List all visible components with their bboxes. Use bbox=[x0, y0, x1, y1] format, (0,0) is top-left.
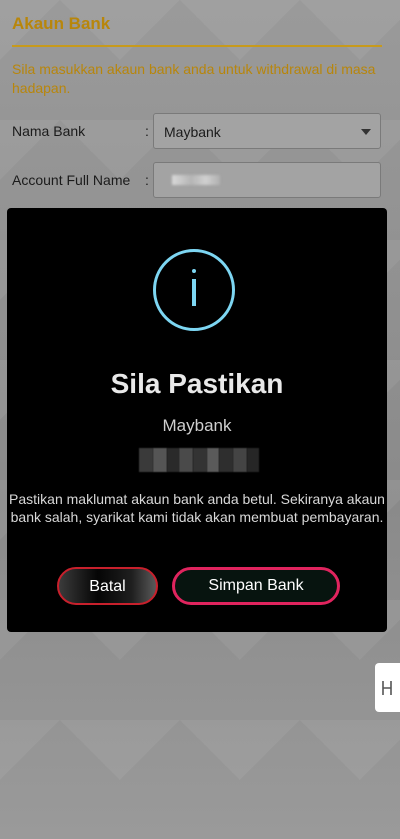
bank-name-label: Nama Bank bbox=[12, 123, 86, 139]
redacted-account-name bbox=[172, 175, 220, 185]
account-name-input[interactable] bbox=[153, 162, 381, 198]
account-name-label: Account Full Name bbox=[12, 172, 131, 188]
bank-name-value: Maybank bbox=[164, 124, 221, 140]
dialog-bank-name: Maybank bbox=[162, 416, 232, 435]
dialog-message: Pastikan maklumat akaun bank anda betul.… bbox=[9, 491, 385, 525]
redacted-account-number bbox=[139, 448, 259, 472]
account-name-colon: : bbox=[145, 172, 149, 188]
chevron-down-icon bbox=[361, 129, 371, 135]
bank-name-colon: : bbox=[145, 123, 149, 139]
info-icon bbox=[153, 249, 235, 331]
dialog-title: Sila Pastikan bbox=[110, 368, 284, 399]
title-divider bbox=[12, 45, 382, 47]
bank-name-select[interactable]: Maybank bbox=[153, 113, 381, 149]
side-tab-handle[interactable] bbox=[375, 663, 400, 712]
cancel-button[interactable]: Batal bbox=[57, 567, 158, 605]
confirm-dialog: Sila Pastikan Maybank Pastikan maklumat … bbox=[7, 208, 387, 632]
page-description: Sila masukkan akaun bank anda untuk with… bbox=[12, 61, 376, 96]
save-bank-button[interactable]: Simpan Bank bbox=[172, 567, 340, 605]
resize-icon bbox=[382, 681, 392, 695]
page-title: Akaun Bank bbox=[12, 14, 111, 33]
